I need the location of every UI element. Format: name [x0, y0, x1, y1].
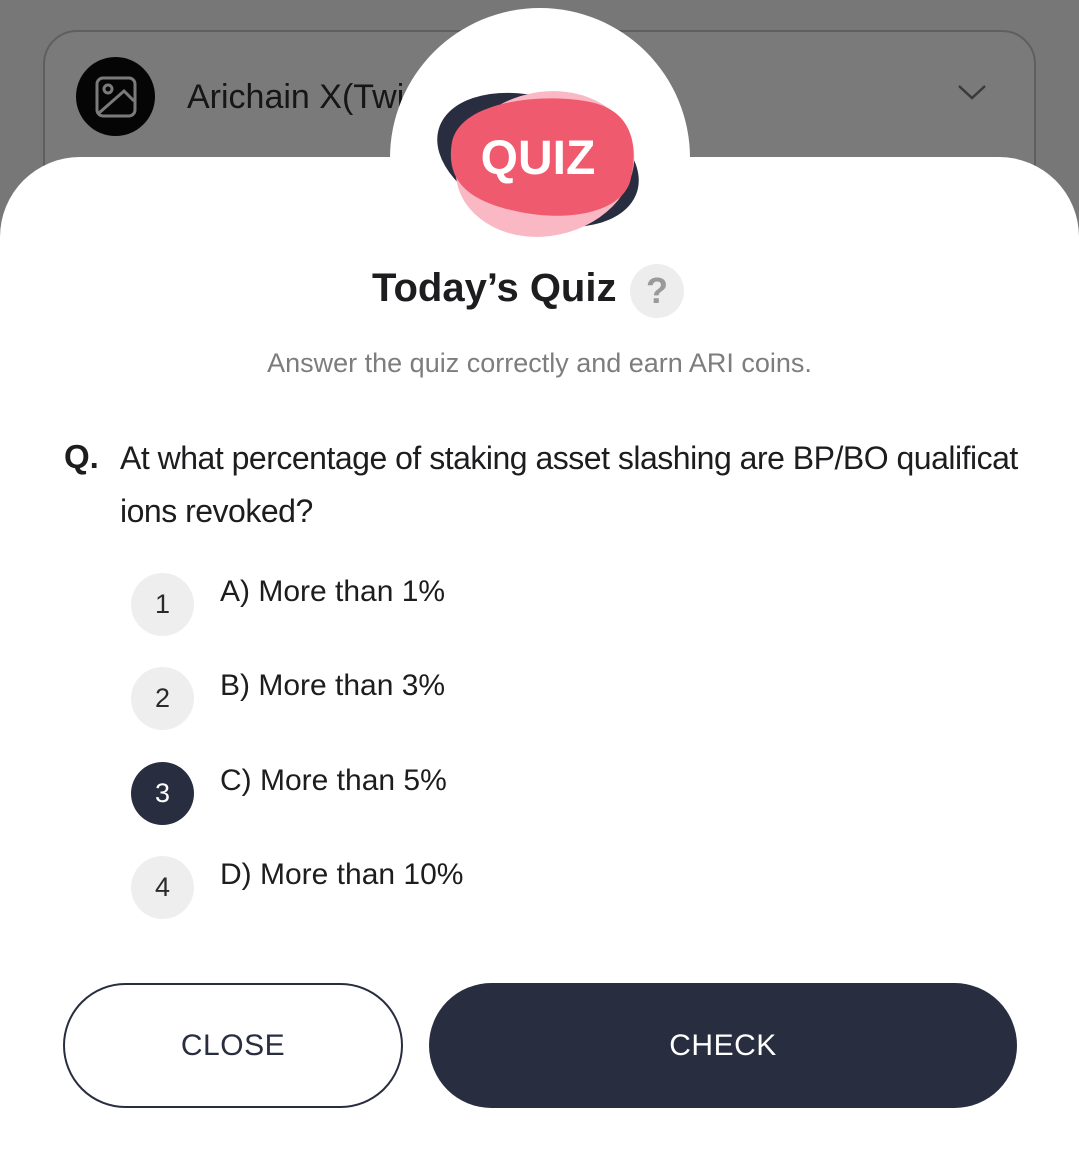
option-1[interactable]: 1 A) More than 1%	[131, 573, 831, 637]
option-label: A) More than 1%	[220, 575, 446, 608]
option-label: B) More than 3%	[220, 669, 446, 702]
option-number-selected: 3	[131, 762, 194, 825]
image-icon	[76, 57, 155, 136]
option-number: 2	[131, 667, 194, 730]
page-title: Today’s Quiz	[372, 266, 617, 310]
subtitle: Answer the quiz correctly and earn ARI c…	[267, 348, 812, 378]
option-label: C) More than 5%	[220, 764, 447, 797]
title-row: Today’s Quiz ?	[0, 262, 1079, 322]
check-button[interactable]: CHECK	[429, 983, 1017, 1108]
option-number: 1	[131, 573, 194, 636]
quiz-logo: QUIZ	[437, 91, 639, 237]
option-2[interactable]: 2 B) More than 3%	[131, 667, 831, 731]
help-button[interactable]: ?	[630, 264, 684, 318]
option-4[interactable]: 4 D) More than 10%	[131, 856, 831, 920]
chevron-down-icon[interactable]	[957, 84, 987, 107]
dropdown-label: Arichain X(Twi	[187, 78, 405, 116]
quiz-logo-text: QUIZ	[481, 132, 596, 185]
option-3[interactable]: 3 C) More than 5%	[131, 762, 831, 826]
close-button[interactable]: CLOSE	[63, 983, 403, 1108]
option-number: 4	[131, 856, 194, 919]
question-mark-icon: ?	[646, 270, 668, 311]
question-text: At what percentage of staking asset slas…	[120, 440, 1018, 529]
option-label: D) More than 10%	[220, 858, 464, 891]
question-prefix: Q.	[64, 438, 99, 475]
